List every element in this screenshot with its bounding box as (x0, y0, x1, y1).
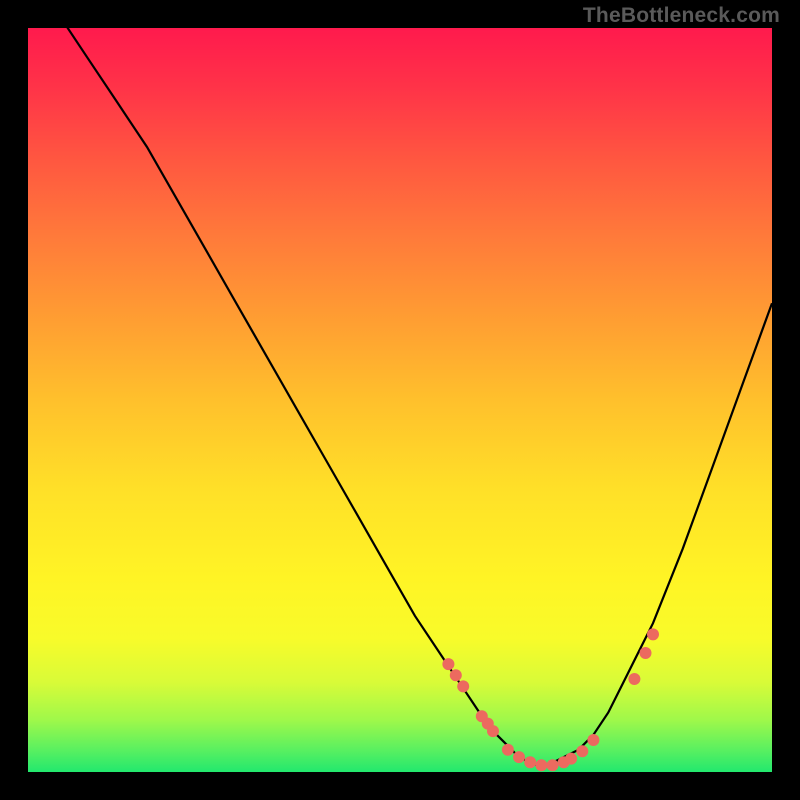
data-marker (513, 751, 525, 763)
data-marker (502, 744, 514, 756)
data-marker (628, 673, 640, 685)
data-marker (535, 759, 547, 771)
chart-stage: TheBottleneck.com (0, 0, 800, 800)
data-marker (547, 759, 559, 771)
marker-group (442, 628, 659, 771)
watermark: TheBottleneck.com (583, 4, 780, 28)
data-marker (524, 756, 536, 768)
data-marker (576, 745, 588, 757)
data-marker (457, 680, 469, 692)
data-marker (487, 725, 499, 737)
data-marker (587, 734, 599, 746)
data-marker (565, 753, 577, 765)
data-marker (442, 658, 454, 670)
data-marker (450, 669, 462, 681)
curve-layer (0, 0, 800, 800)
bottleneck-curve (28, 0, 772, 765)
data-marker (647, 628, 659, 640)
data-marker (640, 647, 652, 659)
